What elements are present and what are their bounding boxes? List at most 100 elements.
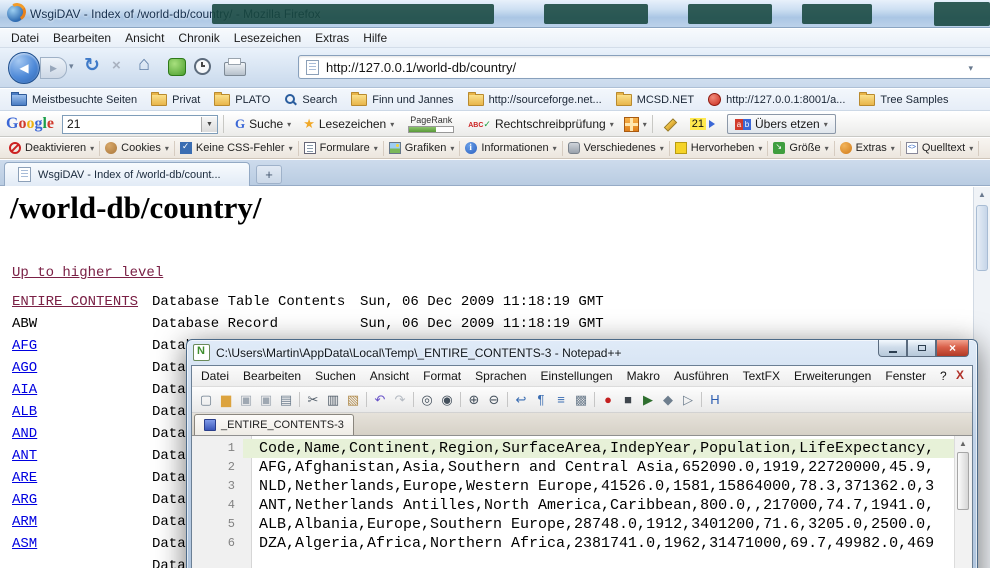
scroll-up-icon[interactable]	[974, 187, 990, 199]
devtoolbar-item[interactable]: Keine CSS-Fehler	[175, 140, 298, 156]
replace-icon[interactable]: ◉	[437, 391, 457, 409]
autofill-pencil-icon[interactable]	[664, 118, 678, 131]
scrollbar-thumb[interactable]	[957, 452, 969, 510]
menu-item[interactable]: Suchen	[308, 367, 363, 385]
print-icon[interactable]	[224, 62, 246, 76]
firefox-titlebar[interactable]: WsgiDAV - Index of /world-db/country/ - …	[0, 0, 990, 28]
menu-item[interactable]: Bearbeiten	[46, 29, 118, 47]
paste-icon[interactable]: ▧	[343, 391, 363, 409]
editor-scrollbar[interactable]	[954, 436, 971, 568]
menu-item[interactable]: ?	[933, 367, 954, 385]
bookmark-item[interactable]: http://127.0.0.1:8001/a...	[701, 91, 852, 108]
line-text[interactable]: AFG,Afghanistan,Asia,Southern and Centra…	[243, 458, 954, 477]
print-icon[interactable]: ▤	[276, 391, 296, 409]
line-text[interactable]: DZA,Algeria,Africa,Northern Africa,23817…	[243, 534, 954, 553]
translate-button[interactable]: Übers etzen	[727, 114, 836, 134]
show-all-chars-icon[interactable]: ¶	[531, 391, 551, 409]
close-document-icon[interactable]: X	[956, 368, 964, 382]
dir-entry-link[interactable]: ANT	[12, 445, 37, 467]
menu-item[interactable]: Format	[416, 367, 468, 385]
bookmark-item[interactable]: http://sourceforge.net...	[461, 92, 609, 108]
bookmark-item[interactable]: Finn und Jannes	[344, 92, 460, 108]
menu-item[interactable]: TextFX	[736, 367, 787, 385]
save-macro-icon[interactable]: ◆	[658, 391, 678, 409]
open-folder-icon[interactable]: ▆	[216, 391, 236, 409]
stop-button[interactable]	[112, 57, 121, 74]
forward-button[interactable]	[40, 57, 67, 79]
dir-entry-link[interactable]: ALB	[12, 401, 37, 423]
play-macro-icon[interactable]: ▶	[638, 391, 658, 409]
editor[interactable]: 1 Code,Name,Continent,Region,SurfaceArea…	[193, 435, 971, 568]
google-search-input[interactable]: 21	[62, 115, 218, 134]
menu-item[interactable]: Ansicht	[363, 367, 416, 385]
copy-icon[interactable]: ▥	[323, 391, 343, 409]
bookmark-item[interactable]: Meistbesuchte Seiten	[4, 92, 144, 108]
doc-switch-icon[interactable]: ▩	[571, 391, 591, 409]
line-text[interactable]: ANT,Netherlands Antilles,North America,C…	[243, 496, 954, 515]
dir-entry-link[interactable]: AIA	[12, 379, 37, 401]
minimize-button[interactable]	[878, 340, 907, 357]
up-link[interactable]: Up to higher level	[12, 265, 163, 281]
menu-item[interactable]: Sprachen	[468, 367, 533, 385]
bookmark-item[interactable]: MCSD.NET	[609, 92, 701, 108]
pagerank-widget[interactable]: PageRank	[408, 115, 454, 133]
record-macro-icon[interactable]: ●	[598, 391, 618, 409]
cut-icon[interactable]: ✂	[303, 391, 323, 409]
notepad-titlebar[interactable]: C:\Users\Martin\AppData\Local\Temp\_ENTI…	[187, 340, 977, 365]
dir-entry-link[interactable]: ABW	[12, 313, 37, 335]
dir-entry-link[interactable]: AGO	[12, 357, 37, 379]
clock-icon[interactable]	[194, 58, 211, 75]
word-wrap-icon[interactable]: ↩	[511, 391, 531, 409]
line-text[interactable]: NLD,Netherlands,Europe,Western Europe,41…	[243, 477, 954, 496]
new-tab-button[interactable]: +	[256, 165, 282, 184]
devtoolbar-item[interactable]: Informationen	[460, 140, 561, 156]
zoom-out-icon[interactable]: ⊖	[484, 391, 504, 409]
maximize-button[interactable]	[907, 340, 936, 357]
browser-tab[interactable]: WsgiDAV - Index of /world-db/count...	[4, 162, 250, 186]
back-button[interactable]	[8, 52, 40, 84]
scroll-up-icon[interactable]	[955, 436, 971, 448]
menu-item[interactable]: Chronik	[171, 29, 226, 47]
html-preview-icon[interactable]: H	[705, 391, 725, 409]
dir-entry-link[interactable]: ARE	[12, 467, 37, 489]
home-button[interactable]	[138, 53, 150, 76]
stop-macro-icon[interactable]: ■	[618, 391, 638, 409]
zoom-in-icon[interactable]: ⊕	[464, 391, 484, 409]
devtoolbar-item[interactable]: Hervorheben	[670, 140, 768, 156]
spellcheck-button[interactable]: ABC Rechtschreibprüfung	[462, 115, 619, 133]
google-bookmarks-button[interactable]: Lesezeichen	[297, 114, 400, 134]
chevron-down-icon[interactable]	[201, 117, 217, 132]
history-dropdown-icon[interactable]	[69, 61, 74, 72]
devtoolbar-item[interactable]: Quelltext	[901, 140, 978, 156]
close-button[interactable]	[936, 340, 969, 357]
devtoolbar-item[interactable]: Verschiedenes	[563, 140, 669, 156]
undo-icon[interactable]: ↶	[370, 391, 390, 409]
bookmark-item[interactable]: Search	[277, 91, 344, 108]
save-icon[interactable]: ▣	[236, 391, 256, 409]
save-all-icon[interactable]: ▣	[256, 391, 276, 409]
menu-item[interactable]: Erweiterungen	[787, 367, 878, 385]
devtoolbar-item[interactable]: Cookies	[100, 140, 174, 156]
chevron-down-icon[interactable]	[643, 120, 647, 129]
devtoolbar-item[interactable]: Deaktivieren	[4, 140, 99, 156]
devtoolbar-item[interactable]: Grafiken	[384, 140, 460, 156]
bookmark-item[interactable]: Privat	[144, 92, 207, 108]
menu-item[interactable]: Einstellungen	[534, 367, 620, 385]
bookmark-item[interactable]: PLATO	[207, 92, 277, 108]
run-icon[interactable]: ▷	[678, 391, 698, 409]
dir-entry-link[interactable]: ASM	[12, 533, 37, 555]
chevron-down-icon[interactable]	[968, 63, 973, 74]
line-text[interactable]: ALB,Albania,Europe,Southern Europe,28748…	[243, 515, 954, 534]
menu-item[interactable]: Hilfe	[356, 29, 394, 47]
highlight-widget[interactable]: 21	[690, 118, 715, 130]
bookmark-item[interactable]: Tree Samples	[852, 92, 955, 108]
url-text[interactable]: http://127.0.0.1/world-db/country/	[326, 60, 516, 75]
document-tab[interactable]: _ENTIRE_CONTENTS-3	[194, 414, 354, 435]
line-text[interactable]: Code,Name,Continent,Region,SurfaceArea,I…	[243, 439, 954, 458]
menu-item[interactable]: Extras	[308, 29, 356, 47]
indent-guide-icon[interactable]: ≡	[551, 391, 571, 409]
google-search-button[interactable]: G Suche	[229, 114, 297, 134]
new-file-icon[interactable]: ▢	[196, 391, 216, 409]
menu-item[interactable]: Ansicht	[118, 29, 171, 47]
menu-item[interactable]: Datei	[194, 367, 236, 385]
